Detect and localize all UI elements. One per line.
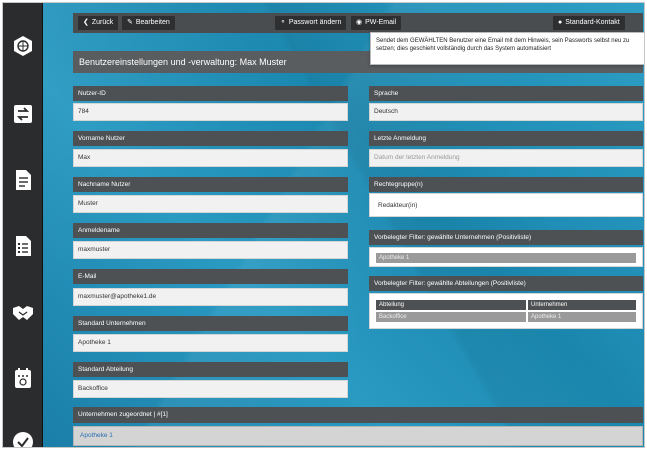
checkmark-icon[interactable] bbox=[12, 431, 34, 447]
filter-companies-label: Vorbelegter Filter: gewählte Unternehmen… bbox=[369, 230, 643, 245]
last-login-label: Letzte Anmeldung bbox=[369, 131, 643, 146]
key-icon: ⚬ bbox=[280, 19, 286, 26]
back-button-label: Zurück bbox=[91, 19, 114, 26]
filter-companies-box: Apotheke 1 bbox=[369, 247, 643, 267]
user-id-label: Nutzer-ID bbox=[73, 86, 348, 101]
email-label: E-Mail bbox=[73, 269, 348, 284]
standard-contact-button[interactable]: ● Standard-Kontakt bbox=[553, 16, 625, 30]
back-button[interactable]: ❮ Zurück bbox=[78, 16, 119, 30]
pw-email-button[interactable]: ◉ PW-Email bbox=[351, 16, 402, 30]
assigned-companies-header: Unternehmen zugeordnet | #[1] bbox=[73, 407, 643, 423]
main-content: ❮ Zurück ✎ Bearbeiten ⚬ Passwort ändern ◉ PW… bbox=[43, 3, 644, 447]
filter-companies-item[interactable]: Apotheke 1 bbox=[376, 253, 636, 263]
assigned-company-item[interactable]: Apotheke 1 bbox=[73, 426, 643, 446]
rights-group-value: Redakteur(in) bbox=[378, 202, 418, 209]
pw-email-label: PW-Email bbox=[365, 19, 397, 26]
standard-contact-label: Standard-Kontakt bbox=[565, 19, 620, 26]
filter-departments-table: Abteilung Unternehmen Backoffice Apothek… bbox=[369, 293, 643, 329]
login-name-label: Anmeldename bbox=[73, 223, 348, 238]
standard-company-field[interactable]: Apotheke 1 bbox=[73, 334, 348, 352]
edit-button[interactable]: ✎ Bearbeiten bbox=[122, 16, 175, 30]
sidebar bbox=[3, 3, 43, 447]
table-cell-department[interactable]: Backoffice bbox=[376, 312, 526, 322]
standard-company-label: Standard Unternehmen bbox=[73, 316, 348, 331]
standard-department-field[interactable]: Backoffice bbox=[73, 380, 348, 398]
language-label: Sprache bbox=[369, 86, 643, 101]
table-header-company: Unternehmen bbox=[528, 300, 636, 310]
document-icon[interactable] bbox=[12, 169, 34, 191]
standard-department-label: Standard Abteilung bbox=[73, 362, 348, 377]
eye-icon: ◉ bbox=[356, 19, 363, 26]
chevron-left-icon: ❮ bbox=[83, 19, 89, 26]
change-password-button[interactable]: ⚬ Passwort ändern bbox=[275, 16, 347, 30]
login-name-field[interactable]: maxmuster bbox=[73, 241, 348, 259]
checklist-icon[interactable] bbox=[12, 235, 34, 257]
rights-group-box[interactable]: Redakteur(in) bbox=[369, 193, 643, 217]
calendar-icon[interactable] bbox=[12, 367, 34, 389]
user-id-field[interactable]: 784 bbox=[73, 103, 348, 121]
app-window: ❮ Zurück ✎ Bearbeiten ⚬ Passwort ändern ◉ PW… bbox=[2, 2, 645, 448]
globe-icon[interactable] bbox=[12, 35, 34, 57]
table-header-department: Abteilung bbox=[376, 300, 526, 310]
language-field[interactable]: Deutsch bbox=[369, 103, 643, 121]
toolbar: ❮ Zurück ✎ Bearbeiten ⚬ Passwort ändern ◉ PW… bbox=[73, 13, 643, 33]
first-name-field[interactable]: Max bbox=[73, 149, 348, 167]
filter-departments-label: Vorbelegter Filter: gewählte Abteilungen… bbox=[369, 276, 643, 291]
user-icon: ● bbox=[558, 19, 563, 26]
exchange-icon[interactable] bbox=[12, 103, 34, 125]
last-name-label: Nachname Nutzer bbox=[73, 177, 348, 192]
last-login-field[interactable]: Datum der letzten Anmeldung bbox=[369, 149, 643, 167]
pencil-icon: ✎ bbox=[127, 19, 133, 26]
pw-email-tooltip: Sendet dem GEWÄHLTEN Benutzer eine Email… bbox=[370, 32, 644, 65]
first-name-label: Vorname Nutzer bbox=[73, 131, 348, 146]
email-field[interactable]: maxmuster@apotheke1.de bbox=[73, 288, 348, 306]
handshake-icon[interactable] bbox=[12, 301, 34, 323]
rights-group-label: Rechtegruppe(n) bbox=[369, 177, 643, 192]
edit-button-label: Bearbeiten bbox=[135, 19, 170, 26]
table-cell-company[interactable]: Apotheke 1 bbox=[528, 312, 636, 322]
change-password-label: Passwort ändern bbox=[288, 19, 342, 26]
last-name-field[interactable]: Muster bbox=[73, 195, 348, 213]
